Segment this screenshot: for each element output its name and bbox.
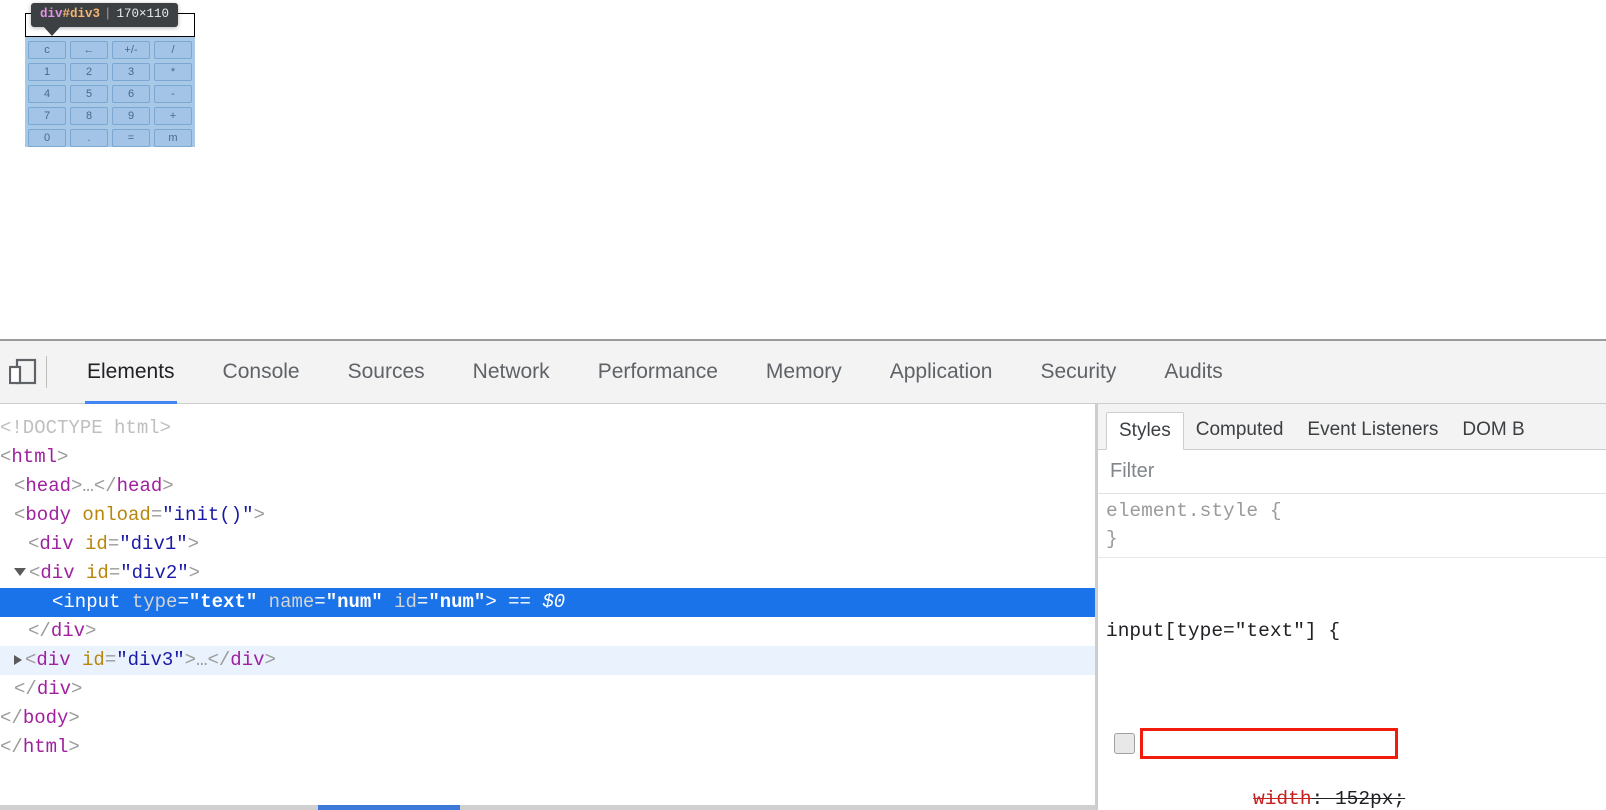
styles-filter-input[interactable] (1108, 459, 1582, 484)
calc-key-7[interactable]: 7 (28, 107, 66, 125)
collapse-triangle-icon[interactable] (14, 567, 26, 576)
declaration-property: width (1253, 788, 1312, 810)
dom-line-div2-open[interactable]: <div id="div2"> (0, 559, 1095, 588)
calc-key-divide[interactable]: / (154, 41, 192, 59)
dom-line-body-close[interactable]: </body> (0, 704, 1095, 733)
rule-selector: element.style (1106, 500, 1259, 522)
calc-key-1[interactable]: 1 (28, 63, 66, 81)
styles-sidebar-tab-bar: Styles Computed Event Listeners DOM B (1098, 404, 1606, 450)
dom-tree-horizontal-scrollbar-thumb[interactable] (318, 805, 460, 810)
calc-key-sign[interactable]: +/- (112, 41, 150, 59)
dom-line-div1-open[interactable]: <div id="div1"> (0, 530, 1095, 559)
sidebar-tab-computed[interactable]: Computed (1184, 411, 1296, 449)
calc-key-6[interactable]: 6 (112, 85, 150, 103)
tooltip-tag-name: div (40, 7, 63, 21)
calc-key-equals[interactable]: = (112, 129, 150, 147)
styles-filter-row (1098, 450, 1606, 494)
calc-key-decimal[interactable]: . (70, 129, 108, 147)
sidebar-tab-styles[interactable]: Styles (1106, 412, 1184, 450)
dom-line-head[interactable]: <head>…</head> (0, 472, 1095, 501)
sidebar-tab-dom-breakpoints[interactable]: DOM B (1450, 411, 1536, 449)
dom-line-body-open[interactable]: <body onload="init()"> (0, 501, 1095, 530)
dom-line-html-close[interactable]: </html> (0, 733, 1095, 762)
annotation-box-width (1140, 728, 1398, 759)
devtools-panel: Elements Console Sources Network Perform… (0, 339, 1606, 810)
dom-line-html-open[interactable]: <html> (0, 443, 1095, 472)
calc-key-minus[interactable]: - (154, 85, 192, 103)
calc-key-multiply[interactable]: * (154, 63, 192, 81)
devtools-content: <!DOCTYPE html> <html> <head>…</head> <b… (0, 404, 1606, 810)
tab-performance[interactable]: Performance (574, 341, 742, 404)
tab-memory[interactable]: Memory (742, 341, 866, 404)
declaration-value: 152px (1334, 788, 1394, 810)
declaration-toggle-checkbox[interactable] (1114, 733, 1135, 754)
tab-sources[interactable]: Sources (324, 341, 449, 404)
dom-tree-horizontal-scrollbar-track[interactable] (0, 805, 1095, 810)
dom-line-input-selected[interactable]: <input type="text" name="num" id="num"> … (0, 588, 1095, 617)
dom-line-div3[interactable]: <div id="div3">…</div> (0, 646, 1095, 675)
tab-console[interactable]: Console (199, 341, 324, 404)
dom-line-div2-close[interactable]: </div> (0, 617, 1095, 646)
dom-tree-pane[interactable]: <!DOCTYPE html> <html> <head>…</head> <b… (0, 404, 1095, 810)
calc-key-8[interactable]: 8 (70, 107, 108, 125)
calc-key-memory[interactable]: m (154, 129, 192, 147)
toolbar-divider (46, 356, 47, 388)
rendered-page-viewport: c ← +/- / 1 2 3 * 4 5 6 - 7 8 9 + 0 . = … (0, 0, 1606, 339)
devtools-tab-bar: Elements Console Sources Network Perform… (0, 341, 1606, 404)
rule-selector-row: input[type="text"] { (1106, 620, 1341, 642)
tooltip-separator: | (104, 7, 112, 21)
calc-key-5[interactable]: 5 (70, 85, 108, 103)
tooltip-tag-id: #div3 (62, 7, 101, 21)
tooltip-pointer-arrow-icon (43, 26, 61, 36)
tooltip-dimensions: 170×110 (116, 7, 170, 21)
rule-selector: input[type="text"] (1106, 620, 1317, 642)
calculator-keypad: c ← +/- / 1 2 3 * 4 5 6 - 7 8 9 + 0 . = … (25, 37, 195, 147)
calc-key-4[interactable]: 4 (28, 85, 66, 103)
styles-sidebar-pane: Styles Computed Event Listeners DOM B el… (1098, 404, 1606, 810)
calc-key-2[interactable]: 2 (70, 63, 108, 81)
rule-input-type-text[interactable]: input[type="text"] { width: 152px; text-… (1098, 558, 1606, 810)
calc-key-plus[interactable]: + (154, 107, 192, 125)
dom-line-doctype[interactable]: <!DOCTYPE html> (0, 414, 1095, 443)
device-toolbar-toggle-icon[interactable] (0, 341, 46, 404)
tab-elements[interactable]: Elements (63, 341, 199, 404)
calc-key-clear[interactable]: c (28, 41, 66, 59)
console-reference-marker: $0 (542, 591, 566, 613)
element-inspector-tooltip: div#div3 | 170×110 (31, 3, 179, 27)
dom-line-div1-close[interactable]: </div> (0, 675, 1095, 704)
rule-element-style[interactable]: element.style { } (1098, 494, 1606, 558)
expand-triangle-icon[interactable] (14, 654, 22, 665)
calc-key-9[interactable]: 9 (112, 107, 150, 125)
tab-audits[interactable]: Audits (1140, 341, 1246, 404)
tab-security[interactable]: Security (1016, 341, 1140, 404)
calc-key-backspace[interactable]: ← (70, 41, 108, 59)
calc-key-3[interactable]: 3 (112, 63, 150, 81)
dom-tree-list: <!DOCTYPE html> <html> <head>…</head> <b… (0, 414, 1095, 762)
tab-network[interactable]: Network (449, 341, 574, 404)
calc-key-0[interactable]: 0 (28, 129, 66, 147)
sidebar-tab-event-listeners[interactable]: Event Listeners (1295, 411, 1450, 449)
tab-application[interactable]: Application (866, 341, 1017, 404)
declaration-width[interactable]: width: 152px; (1106, 728, 1606, 810)
